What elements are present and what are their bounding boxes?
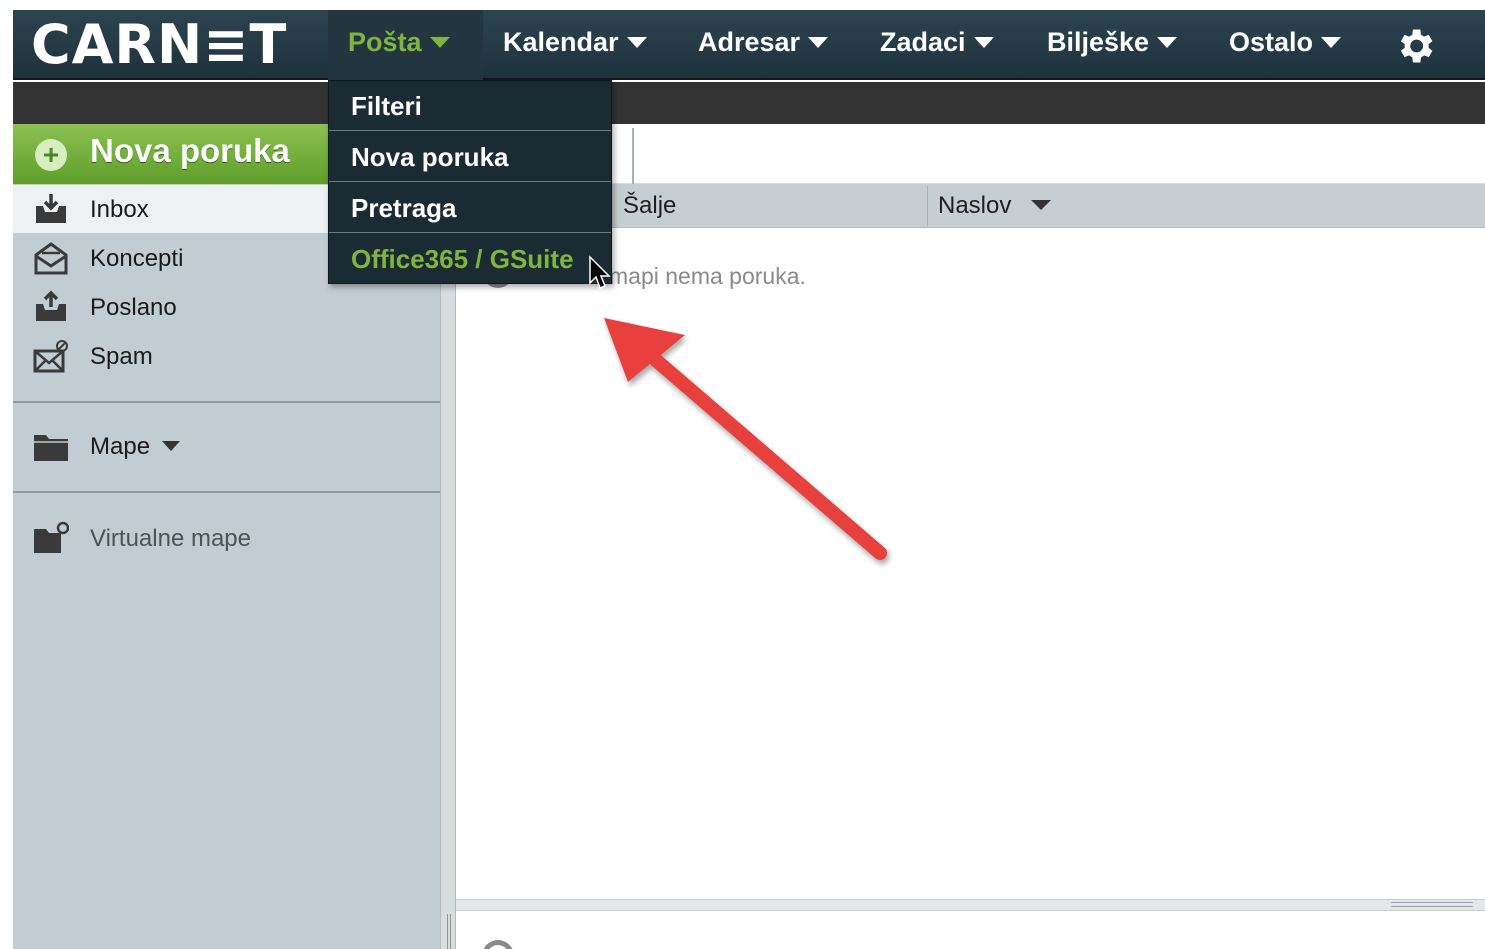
folder-spam[interactable]: Spam	[13, 332, 440, 380]
nav-zadaci-label: Zadaci	[880, 27, 966, 57]
chevron-down-icon	[1321, 37, 1342, 48]
nav-biljeske[interactable]: Bilješke	[1027, 10, 1197, 80]
column-sender[interactable]: Šalje	[623, 192, 676, 220]
nav-adresar[interactable]: Adresar	[678, 10, 848, 80]
chevron-down-icon	[429, 37, 450, 48]
virtual-folders-label: Virtualne mape	[90, 525, 251, 552]
folder-virtual[interactable]: Virtualne mape	[13, 514, 440, 562]
gear-icon[interactable]	[1393, 24, 1437, 68]
column-divider[interactable]	[927, 186, 928, 226]
sort-down-icon	[1031, 200, 1052, 210]
chevron-down-icon	[808, 37, 829, 48]
new-message-button[interactable]: + Nova poruka	[13, 124, 331, 184]
drafts-icon	[34, 242, 68, 275]
nav-posta-label: Pošta	[348, 27, 422, 57]
nav-ostalo-label: Ostalo	[1229, 27, 1314, 57]
sent-icon	[36, 290, 66, 321]
sidebar-divider	[13, 401, 440, 403]
sidebar-divider	[13, 491, 440, 493]
nav-posta[interactable]: Pošta	[328, 10, 483, 80]
folder-icon	[34, 435, 68, 461]
mape-text: Mape	[90, 433, 151, 460]
nav-kalendar-label: Kalendar	[503, 27, 619, 57]
menu-item-new-message[interactable]: Nova poruka	[329, 132, 611, 182]
new-message-label: Nova poruka	[90, 132, 290, 169]
folder-label: Spam	[90, 343, 153, 370]
folder-label: Poslano	[90, 294, 177, 321]
mape-label: Mape	[90, 433, 181, 461]
preview-splitter[interactable]	[456, 899, 1485, 911]
nav-adresar-label: Adresar	[698, 27, 801, 57]
annotation-arrow-icon	[604, 318, 887, 560]
folder-label: Inbox	[90, 196, 149, 223]
plus-icon: +	[35, 139, 67, 171]
preview-info-icon	[482, 940, 514, 949]
sub-toolbar-strip	[13, 82, 1485, 124]
chevron-down-icon	[1157, 37, 1178, 48]
menu-item-search[interactable]: Pretraga	[329, 183, 611, 233]
splitter-grip[interactable]	[447, 914, 451, 949]
nav-kalendar[interactable]: Kalendar	[483, 10, 667, 80]
toolbar-divider	[632, 128, 634, 184]
chevron-down-icon[interactable]	[162, 441, 181, 451]
carnet-logo[interactable]: CARN≡T	[31, 16, 287, 74]
column-subject[interactable]: Naslov	[938, 192, 1052, 220]
inbox-icon	[36, 194, 66, 223]
spam-icon	[33, 340, 68, 373]
posta-dropdown-menu: Filteri Nova poruka Pretraga Office365 /…	[328, 80, 612, 284]
menu-item-office365-gsuite[interactable]: Office365 / GSuite	[329, 234, 611, 284]
nav-zadaci[interactable]: Zadaci	[860, 10, 1014, 80]
chevron-down-icon	[973, 37, 994, 48]
folder-label: Koncepti	[90, 245, 184, 272]
menu-item-filters[interactable]: Filteri	[329, 81, 611, 131]
chevron-down-icon	[626, 37, 647, 48]
mouse-cursor-icon	[589, 255, 611, 289]
empty-folder-message: U mapi nema poruka.	[586, 263, 806, 289]
preview-splitter-grip[interactable]	[1391, 902, 1473, 907]
nav-biljeske-label: Bilješke	[1047, 27, 1150, 57]
nav-ostalo[interactable]: Ostalo	[1209, 10, 1361, 80]
column-subject-label: Naslov	[938, 192, 1012, 219]
folder-add-icon	[34, 521, 69, 553]
top-nav-bar: CARN≡T Pošta Kalendar Adresar Zadaci Bil…	[13, 10, 1485, 80]
folder-mape[interactable]: Mape	[13, 422, 440, 470]
folder-poslano[interactable]: Poslano	[13, 283, 440, 331]
app: CARN≡T Pošta Kalendar Adresar Zadaci Bil…	[0, 0, 1485, 949]
